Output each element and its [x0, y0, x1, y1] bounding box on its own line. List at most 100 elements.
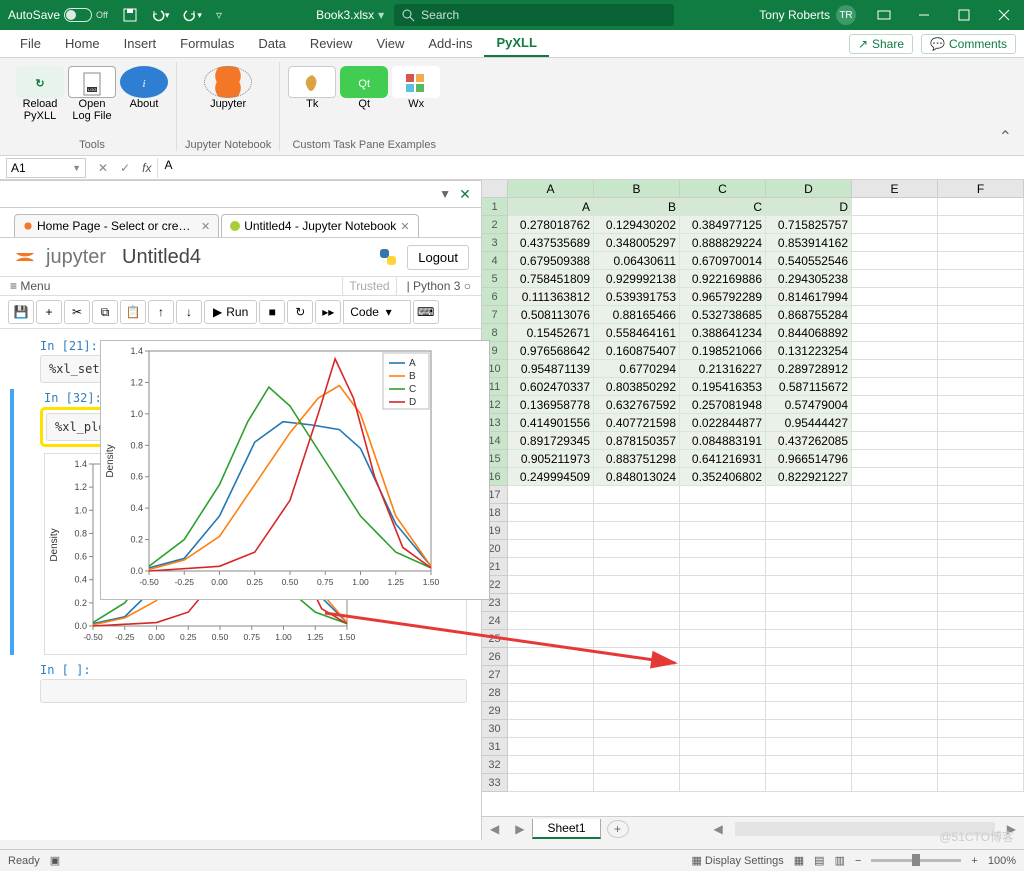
pane-close[interactable]: ✕: [455, 184, 475, 204]
trusted-badge[interactable]: Trusted: [342, 276, 396, 296]
svg-text:C: C: [409, 384, 416, 395]
jupyter-tab-notebook[interactable]: Untitled4 - Jupyter Notebook ✕: [221, 214, 418, 237]
sheet-nav-next[interactable]: ▶: [507, 822, 532, 836]
account-button[interactable]: Tony Roberts TR: [751, 5, 864, 25]
zoom-value[interactable]: 100%: [988, 855, 1016, 867]
name-box[interactable]: A1▼: [6, 158, 86, 178]
menu-toggle[interactable]: ≡ Menu: [10, 279, 50, 293]
notebook-title[interactable]: Untitled4: [122, 246, 201, 269]
restart-button[interactable]: ↻: [287, 300, 313, 324]
jupyter-header: jupyter Untitled4 Logout: [0, 238, 481, 277]
save-button[interactable]: [116, 0, 144, 30]
autosave-switch[interactable]: [64, 8, 92, 22]
svg-text:0.50: 0.50: [282, 577, 299, 587]
hscroll-left[interactable]: ◀: [706, 822, 731, 836]
zoom-in[interactable]: +: [971, 855, 977, 867]
tab-insert[interactable]: Insert: [112, 30, 169, 57]
add-cell-button[interactable]: +: [36, 300, 62, 324]
ribbon-display-button[interactable]: [864, 0, 904, 30]
maximize-button[interactable]: [944, 0, 984, 30]
minimize-button[interactable]: [904, 0, 944, 30]
svg-text:B: B: [409, 371, 416, 382]
add-sheet-button[interactable]: +: [607, 820, 629, 838]
jupyter-button[interactable]: Jupyter: [204, 62, 252, 110]
display-settings[interactable]: ▦ Display Settings: [691, 854, 783, 867]
macro-record-icon[interactable]: ▣: [50, 854, 60, 867]
autosave-toggle[interactable]: AutoSave Off: [0, 8, 116, 22]
qt-button[interactable]: QtQt: [340, 62, 388, 110]
qat-customize[interactable]: ▿: [209, 0, 229, 30]
autosave-label: AutoSave: [8, 8, 60, 22]
jupyter-tab-home[interactable]: Home Page - Select or create a notebook …: [14, 214, 219, 237]
tab-data[interactable]: Data: [246, 30, 297, 57]
tab-formulas[interactable]: Formulas: [168, 30, 246, 57]
comments-button[interactable]: 💬Comments: [921, 34, 1016, 54]
tab-pyxll[interactable]: PyXLL: [484, 30, 548, 57]
grid[interactable]: ABCDEF1ABCD20.2780187620.1294302020.3849…: [482, 180, 1024, 792]
group-label-panes: Custom Task Pane Examples: [292, 139, 435, 151]
svg-text:0.6: 0.6: [74, 552, 87, 562]
accept-fx[interactable]: ✓: [114, 161, 136, 175]
tab-home[interactable]: Home: [53, 30, 112, 57]
close-icon[interactable]: ✕: [400, 220, 409, 233]
sheet-nav-prev[interactable]: ◀: [482, 822, 507, 836]
sheet-tab[interactable]: Sheet1: [532, 819, 600, 839]
svg-text:0.50: 0.50: [212, 632, 229, 642]
share-button[interactable]: ↗Share: [849, 34, 913, 54]
close-icon[interactable]: ✕: [201, 220, 210, 233]
command-palette-button[interactable]: ⌨: [413, 300, 439, 324]
paste-cell-button[interactable]: 📋: [120, 300, 146, 324]
cut-cell-button[interactable]: ✂: [64, 300, 90, 324]
about-button[interactable]: iAbout: [120, 62, 168, 122]
qt-icon: Qt: [340, 66, 388, 98]
svg-text:0.8: 0.8: [74, 528, 87, 538]
cancel-fx[interactable]: ✕: [92, 161, 114, 175]
view-normal[interactable]: ▦: [794, 854, 804, 867]
pane-dropdown[interactable]: ▼: [439, 187, 451, 201]
svg-text:0.0: 0.0: [130, 566, 143, 576]
view-pagebreak[interactable]: ▥: [835, 854, 845, 867]
ribbon-group-tools: ↻Reload PyXLL LOGOpen Log File iAbout To…: [8, 62, 177, 151]
fx-icon[interactable]: fx: [136, 161, 157, 175]
view-layout[interactable]: ▤: [814, 854, 824, 867]
undo-button[interactable]: ▾: [144, 0, 177, 30]
svg-text:0.00: 0.00: [148, 632, 165, 642]
info-icon: i: [120, 66, 168, 98]
wx-button[interactable]: Wx: [392, 62, 440, 110]
svg-text:0.75: 0.75: [317, 577, 334, 587]
formula-input[interactable]: A: [157, 158, 1024, 178]
jupyter-menubar: ≡ Menu Trusted | Python 3 ○: [0, 277, 481, 296]
notebook-cell[interactable]: In [ ]:: [10, 661, 475, 703]
group-label-jupyter: Jupyter Notebook: [185, 139, 271, 151]
celltype-select[interactable]: Code ▾: [343, 300, 410, 324]
open-log-button[interactable]: LOGOpen Log File: [68, 62, 116, 122]
jupyter-logo[interactable]: jupyter Untitled4: [12, 244, 201, 270]
kernel-name[interactable]: Python 3: [413, 279, 460, 293]
run-button[interactable]: ▶ Run: [204, 300, 257, 324]
zoom-out[interactable]: −: [855, 855, 861, 867]
file-name[interactable]: Book3.xlsx ▾: [306, 8, 394, 22]
tab-view[interactable]: View: [364, 30, 416, 57]
tab-addins[interactable]: Add-ins: [416, 30, 484, 57]
save-notebook-button[interactable]: 💾: [8, 300, 34, 324]
logout-button[interactable]: Logout: [407, 245, 469, 270]
interrupt-button[interactable]: ■: [259, 300, 285, 324]
copy-cell-button[interactable]: ⧉: [92, 300, 118, 324]
svg-text:1.25: 1.25: [387, 577, 404, 587]
move-down-button[interactable]: ↓: [176, 300, 202, 324]
ribbon-collapse[interactable]: ⌃: [995, 123, 1016, 151]
tab-review[interactable]: Review: [298, 30, 365, 57]
cell-code[interactable]: [40, 679, 467, 703]
zoom-slider[interactable]: [871, 859, 961, 862]
reload-pyxll-button[interactable]: ↻Reload PyXLL: [16, 62, 64, 122]
close-button[interactable]: [984, 0, 1024, 30]
embedded-chart[interactable]: 0.00.20.40.60.81.01.21.4-0.50-0.250.000.…: [100, 340, 490, 600]
svg-text:1.00: 1.00: [275, 632, 292, 642]
tab-file[interactable]: File: [8, 30, 53, 57]
restart-run-button[interactable]: ▸▸: [315, 300, 341, 324]
search-box[interactable]: Search: [394, 4, 674, 26]
redo-button[interactable]: ▾: [176, 0, 209, 30]
move-up-button[interactable]: ↑: [148, 300, 174, 324]
tk-button[interactable]: Tk: [288, 62, 336, 110]
title-bar: AutoSave Off ▾ ▾ ▿ Book3.xlsx ▾ Search T…: [0, 0, 1024, 30]
